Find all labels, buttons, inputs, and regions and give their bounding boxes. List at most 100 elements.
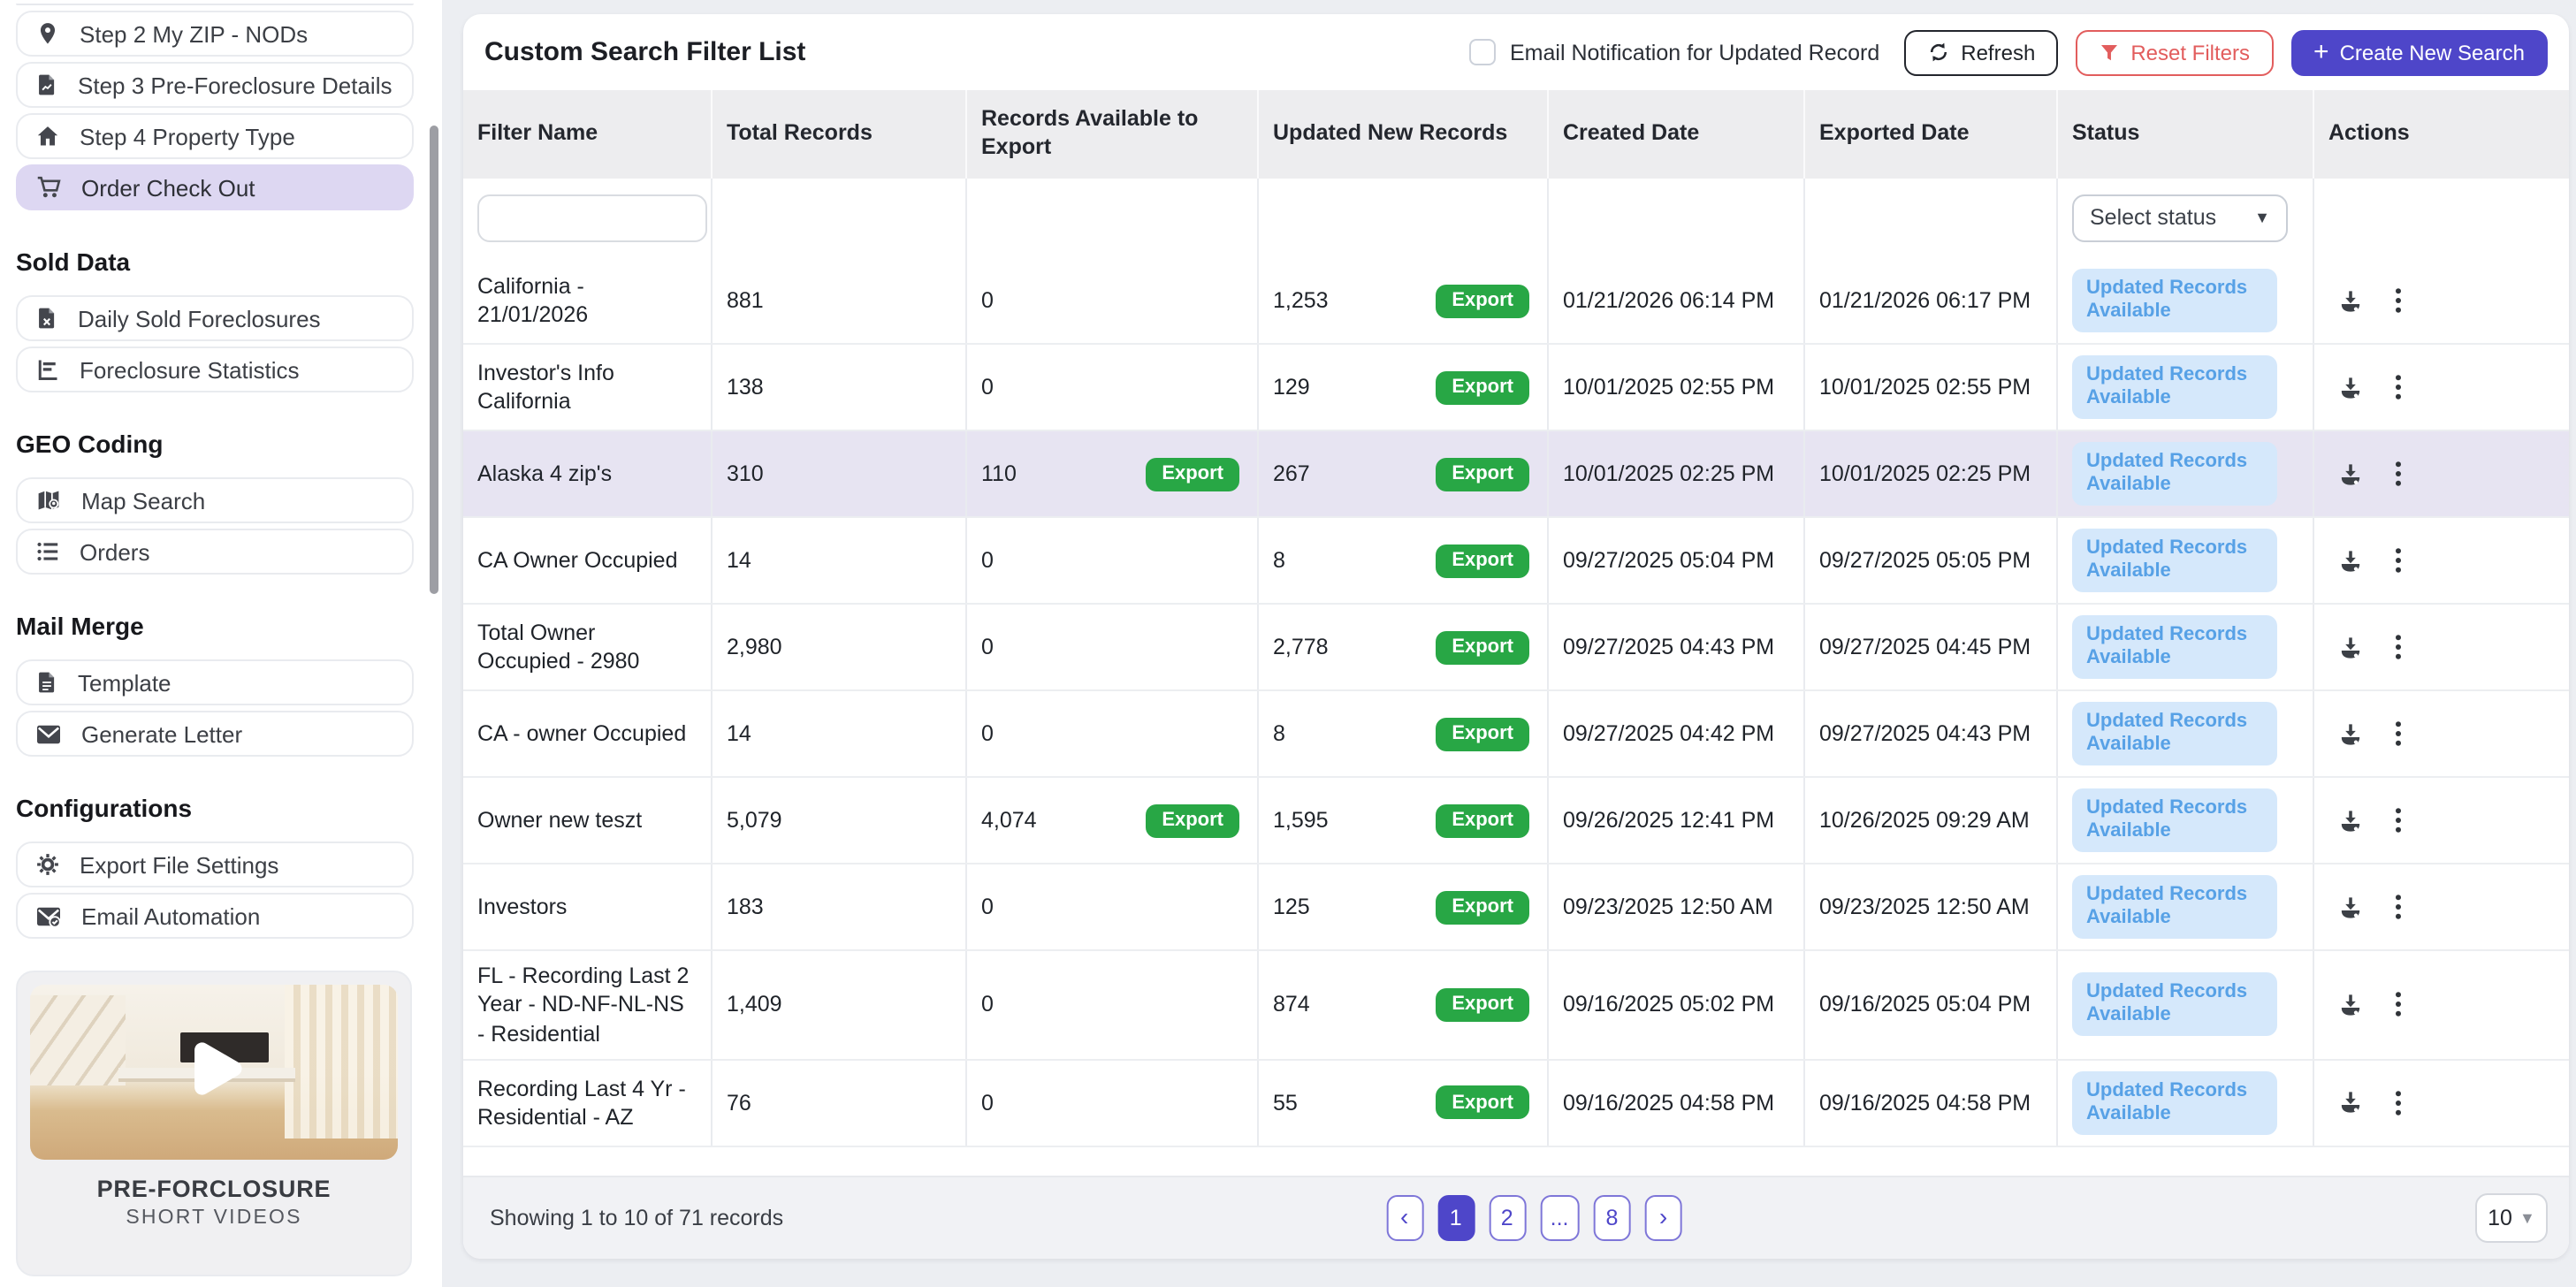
pagination-page-button-[interactable]: ... xyxy=(1540,1195,1580,1241)
column-header-actions: Actions xyxy=(2314,90,2569,179)
pagination-next-button[interactable]: › xyxy=(1645,1195,1682,1241)
download-icon[interactable] xyxy=(2337,1090,2364,1116)
download-icon[interactable] xyxy=(2337,461,2364,487)
status-badge: Updated Records Available xyxy=(2072,788,2277,852)
video-thumbnail[interactable] xyxy=(30,985,398,1160)
pagination-prev-button[interactable]: ‹ xyxy=(1386,1195,1423,1241)
total-records-cell: 76 xyxy=(713,1061,967,1146)
sidebar-item-foreclosure-statistics[interactable]: Foreclosure Statistics xyxy=(16,346,414,392)
export-button[interactable]: Export xyxy=(1436,717,1529,750)
created-date-cell: 09/16/2025 04:58 PM xyxy=(1549,1061,1805,1146)
pagination-page-button-1[interactable]: 1 xyxy=(1437,1195,1475,1241)
page-size-select[interactable]: 10 ▼ xyxy=(2475,1193,2548,1243)
sidebar-item-step-2-my-zip-nods[interactable]: Step 2 My ZIP - NODs xyxy=(16,11,414,57)
exported-date-cell: 09/27/2025 04:45 PM xyxy=(1805,605,2058,689)
table-row: Investors1830125Export09/23/2025 12:50 A… xyxy=(463,864,2569,951)
play-icon[interactable] xyxy=(177,1031,251,1114)
kebab-menu-icon[interactable] xyxy=(2394,460,2403,488)
download-icon[interactable] xyxy=(2337,894,2364,920)
export-button[interactable]: Export xyxy=(1436,457,1529,491)
records-available-cell-text: 110 xyxy=(981,460,1017,489)
sidebar-item-step-3-pre-foreclosure-details[interactable]: Step 3 Pre-Foreclosure Details xyxy=(16,62,414,108)
kebab-menu-icon[interactable] xyxy=(2394,893,2403,921)
export-button[interactable]: Export xyxy=(1436,544,1529,577)
gear-icon xyxy=(35,852,60,877)
filter-name-cell-text: FL - Recording Last 2 Year - ND-NF-NL-NS… xyxy=(477,962,693,1048)
total-records-cell-text: 310 xyxy=(727,460,764,489)
created-date-cell-text: 09/23/2025 12:50 AM xyxy=(1563,893,1773,922)
updated-new-records-cell-text: 8 xyxy=(1273,546,1285,575)
download-icon[interactable] xyxy=(2337,807,2364,834)
kebab-menu-icon[interactable] xyxy=(2394,1089,2403,1117)
records-available-cell: 0 xyxy=(967,518,1259,603)
refresh-label: Refresh xyxy=(1961,40,2035,65)
table-row: Recording Last 4 Yr - Residential - AZ76… xyxy=(463,1061,2569,1147)
kebab-menu-icon[interactable] xyxy=(2394,720,2403,748)
export-button[interactable]: Export xyxy=(1436,630,1529,664)
status-badge: Updated Records Available xyxy=(2072,875,2277,939)
status-filter-select[interactable]: Select status ▼ xyxy=(2072,194,2288,242)
refresh-button[interactable]: Refresh xyxy=(1904,29,2058,75)
download-icon[interactable] xyxy=(2337,547,2364,574)
sidebar-item-daily-sold-foreclosures[interactable]: Daily Sold Foreclosures xyxy=(16,295,414,341)
filter-name-cell-text: California - 21/01/2026 xyxy=(477,272,693,330)
download-icon[interactable] xyxy=(2337,374,2364,400)
kebab-menu-icon[interactable] xyxy=(2394,806,2403,834)
created-date-cell-text: 10/01/2025 02:25 PM xyxy=(1563,460,1774,489)
download-icon[interactable] xyxy=(2337,720,2364,747)
export-button[interactable]: Export xyxy=(1146,803,1239,837)
download-icon[interactable] xyxy=(2337,634,2364,660)
total-records-cell-text: 881 xyxy=(727,286,764,316)
download-icon[interactable] xyxy=(2337,992,2364,1018)
export-button[interactable]: Export xyxy=(1436,1086,1529,1120)
sidebar-scrollbar[interactable] xyxy=(430,126,438,594)
video-title: PRE-FORCLOSURE xyxy=(30,1176,398,1202)
sidebar-item-map-search[interactable]: Map Search xyxy=(16,477,414,523)
table-filter-row: Select status ▼ xyxy=(463,179,2569,258)
email-notification-toggle[interactable]: Email Notification for Updated Record xyxy=(1469,39,1879,65)
reset-filters-button[interactable]: Reset Filters xyxy=(2076,29,2273,75)
kebab-menu-icon[interactable] xyxy=(2394,546,2403,575)
kebab-menu-icon[interactable] xyxy=(2394,991,2403,1019)
export-button[interactable]: Export xyxy=(1436,988,1529,1022)
sidebar-item-email-automation[interactable]: Email Automation xyxy=(16,893,414,939)
exported-date-cell: 09/16/2025 05:04 PM xyxy=(1805,951,2058,1059)
filter-name-input[interactable] xyxy=(477,194,707,242)
export-button[interactable]: Export xyxy=(1436,284,1529,317)
actions-cell xyxy=(2314,691,2569,776)
pagination-page-button-2[interactable]: 2 xyxy=(1489,1195,1526,1241)
updated-new-records-cell: 1,253Export xyxy=(1259,258,1549,343)
total-records-cell: 5,079 xyxy=(713,778,967,863)
records-available-cell: 0 xyxy=(967,1061,1259,1146)
updated-new-records-cell: 874Export xyxy=(1259,951,1549,1059)
list-icon xyxy=(35,539,60,564)
sidebar-item-orders[interactable]: Orders xyxy=(16,529,414,575)
kebab-menu-icon[interactable] xyxy=(2394,286,2403,315)
exported-date-cell-text: 09/27/2025 04:45 PM xyxy=(1819,633,2031,662)
envelope-icon xyxy=(35,722,62,745)
create-new-search-button[interactable]: + Create New Search xyxy=(2290,29,2548,75)
records-available-cell-text: 0 xyxy=(981,286,994,316)
export-button[interactable]: Export xyxy=(1436,890,1529,924)
filter-name-cell-text: Alaska 4 zip's xyxy=(477,460,612,489)
pagination-page-button-8[interactable]: 8 xyxy=(1594,1195,1631,1241)
sidebar-item-generate-letter[interactable]: Generate Letter xyxy=(16,711,414,757)
sidebar-item-step-4-property-type[interactable]: Step 4 Property Type xyxy=(16,113,414,159)
status-cell: Updated Records Available xyxy=(2058,605,2314,689)
export-button[interactable]: Export xyxy=(1436,803,1529,837)
sidebar-item-export-file-settings[interactable]: Export File Settings xyxy=(16,842,414,887)
promo-video-card[interactable]: PRE-FORCLOSURE SHORT VIDEOS xyxy=(16,971,412,1276)
status-badge: Updated Records Available xyxy=(2072,973,2277,1037)
filter-name-cell: FL - Recording Last 2 Year - ND-NF-NL-NS… xyxy=(463,951,713,1059)
sidebar-item-label: Export File Settings xyxy=(80,851,278,878)
export-button[interactable]: Export xyxy=(1436,370,1529,404)
download-icon[interactable] xyxy=(2337,287,2364,314)
sidebar-item-label: Foreclosure Statistics xyxy=(80,356,300,383)
sidebar-item-order-check-out[interactable]: Order Check Out xyxy=(16,164,414,210)
email-notification-checkbox[interactable] xyxy=(1469,39,1496,65)
total-records-cell-text: 2,980 xyxy=(727,633,782,662)
kebab-menu-icon[interactable] xyxy=(2394,633,2403,661)
sidebar-item-template[interactable]: Template xyxy=(16,659,414,705)
export-button[interactable]: Export xyxy=(1146,457,1239,491)
kebab-menu-icon[interactable] xyxy=(2394,373,2403,401)
